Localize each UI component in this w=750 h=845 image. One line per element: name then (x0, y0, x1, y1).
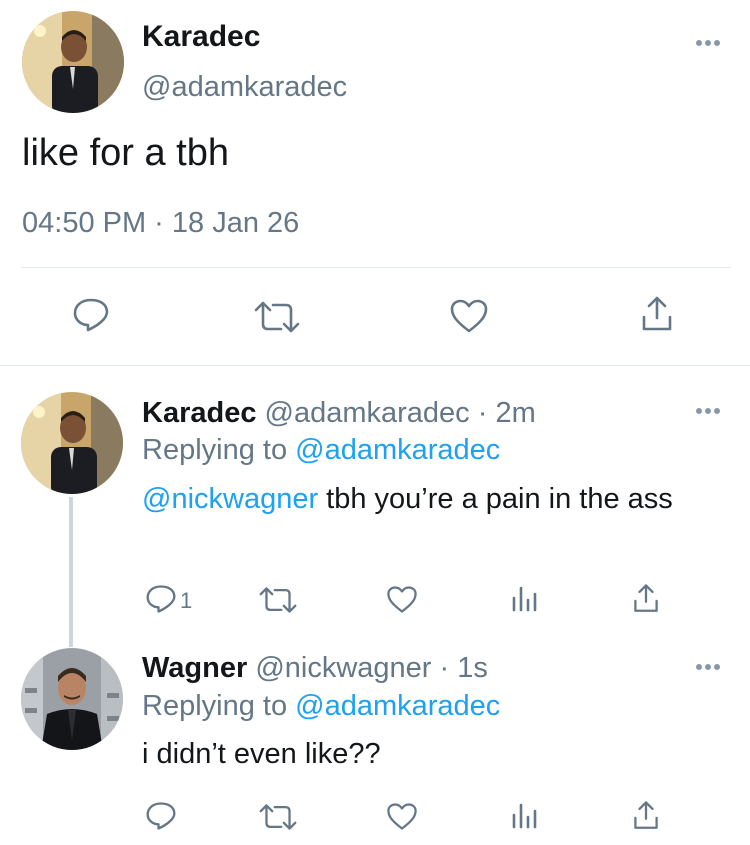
share-icon[interactable] (640, 295, 674, 333)
analytics-icon[interactable] (511, 584, 539, 612)
reply-time: · 2m (477, 397, 536, 429)
retweet-icon[interactable] (253, 300, 301, 334)
share-icon[interactable] (632, 800, 660, 831)
reply-count: 1 (180, 588, 193, 613)
thread-line (69, 497, 73, 647)
reply-body: tbh you’re a pain in the ass (318, 483, 673, 515)
display-name[interactable]: Karadec (142, 20, 260, 54)
like-icon[interactable] (449, 298, 489, 334)
replying-prefix: Replying to (142, 690, 296, 722)
more-options-icon[interactable] (696, 408, 722, 416)
reply-header: Wagner @nickwagner · 1s (142, 652, 488, 685)
replying-to: Replying to @adamkaradec (142, 434, 500, 467)
display-name[interactable]: Wagner (142, 652, 247, 684)
tweet-text: like for a tbh (22, 132, 229, 174)
divider (0, 365, 750, 366)
reply-text: i didn’t even like?? (142, 738, 381, 770)
retweet-icon[interactable] (258, 803, 298, 831)
user-handle[interactable]: @adamkaradec (142, 71, 347, 104)
replying-to: Replying to @adamkaradec (142, 690, 500, 723)
user-handle[interactable]: @adamkaradec (265, 397, 470, 429)
reply-icon[interactable] (72, 297, 110, 333)
like-icon[interactable] (386, 802, 418, 831)
display-name[interactable]: Karadec (142, 397, 256, 429)
reply-icon[interactable] (145, 801, 177, 831)
replying-prefix: Replying to (142, 434, 296, 466)
reply-time: · 1s (439, 652, 488, 684)
like-icon[interactable] (386, 585, 418, 614)
tweet-timestamp[interactable]: 04:50 PM · 18 Jan 26 (22, 207, 299, 240)
avatar[interactable] (22, 11, 124, 113)
replying-to-link[interactable]: @adamkaradec (295, 434, 500, 466)
user-handle[interactable]: @nickwagner (255, 652, 431, 684)
analytics-icon[interactable] (511, 801, 539, 829)
share-icon[interactable] (632, 583, 660, 614)
replying-to-link[interactable]: @adamkaradec (295, 690, 500, 722)
divider (22, 267, 730, 268)
reply-text: @nickwagner tbh you’re a pain in the ass (142, 480, 702, 519)
retweet-icon[interactable] (258, 586, 298, 614)
avatar[interactable] (21, 648, 123, 750)
reply-icon[interactable] (145, 584, 177, 614)
mention-link[interactable]: @nickwagner (142, 483, 318, 515)
avatar[interactable] (21, 392, 123, 494)
reply-header: Karadec @adamkaradec · 2m (142, 397, 536, 430)
more-options-icon[interactable] (696, 664, 722, 672)
more-options-icon[interactable] (696, 40, 722, 48)
